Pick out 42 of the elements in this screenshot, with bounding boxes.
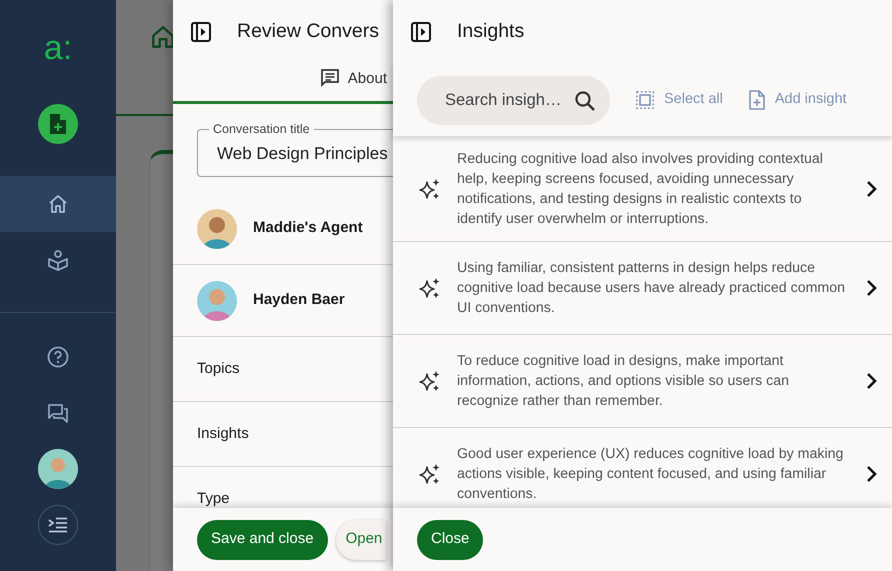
secondary-button[interactable]: Open [336, 520, 386, 560]
participant-name: Maddie's Agent [253, 218, 363, 238]
document-plus-icon [49, 113, 67, 135]
chevron-right-icon [866, 180, 878, 198]
document-plus-icon [748, 90, 765, 110]
tab[interactable]: About [320, 64, 387, 101]
panel-title: Review Convers [237, 19, 379, 44]
help-icon [46, 345, 70, 369]
chat-icon [46, 401, 70, 425]
search-field[interactable]: Search insigh… [417, 76, 610, 124]
chevron-right-icon [866, 372, 878, 390]
chat-icon [320, 68, 340, 88]
sparkle-icon [419, 370, 441, 392]
chevron-right-icon [866, 465, 878, 483]
side-panel-button[interactable] [191, 22, 211, 42]
select-all-icon [636, 91, 654, 109]
chevron-right-icon [866, 279, 878, 297]
avatar [197, 280, 237, 320]
insight-item[interactable]: Using familiar, consistent patterns in design helps reduce cognitive load because users have already practiced common UI conventions. [393, 242, 892, 335]
section-heading: Type [197, 488, 230, 509]
user-avatar[interactable] [38, 449, 78, 489]
panel-title: Insights [457, 19, 524, 44]
primary-button[interactable]: Save and close [197, 520, 328, 560]
logo: a: [44, 28, 72, 69]
section-heading: Topics [197, 358, 240, 379]
insight-item[interactable]: Reducing cognitive load also involves providing contextual help, keeping screens focused, avoiding unnecessary notifications, and testing designs in realistic contexts to identify user overwhelm or interruptions. [393, 137, 892, 242]
insight-item[interactable]: To reduce cognitive load in designs, make important information, actions, and options visible so users can recognize rather than remember. [393, 335, 892, 428]
collapse-menu-button[interactable] [38, 505, 78, 545]
section-heading: Insights [197, 424, 249, 444]
sparkle-icon [419, 463, 441, 485]
sparkle-icon [419, 178, 441, 200]
participant-name: Hayden Baer [253, 290, 345, 310]
side-panel-button[interactable] [411, 22, 431, 42]
new-document-button[interactable] [38, 104, 78, 144]
person-silhouette-icon [38, 449, 78, 489]
search-icon [574, 90, 596, 112]
book-person-icon [46, 248, 70, 272]
sparkle-icon [419, 277, 441, 299]
home-icon [150, 24, 176, 50]
avatar [197, 208, 237, 248]
primary-button[interactable]: Close [417, 520, 484, 560]
indent-icon [48, 517, 68, 533]
